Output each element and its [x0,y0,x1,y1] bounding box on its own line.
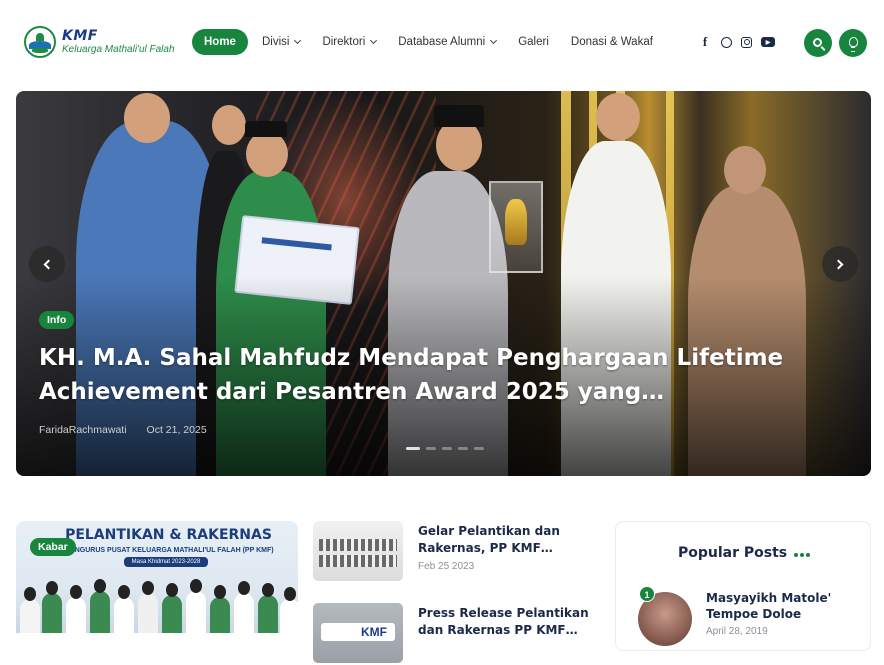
post-title[interactable]: Gelar Pelantikan dan Rakernas, PP KMF Ke… [418,523,598,557]
category-badge[interactable]: Info [39,311,75,329]
feature-banner-subtitle: PENGURUS PUSAT KELUARGA MATHALI'UL FALAH… [65,547,274,554]
whatsapp-icon[interactable] [721,36,732,48]
logo-subtitle: Keluarga Mathali'ul Falah [62,44,175,55]
feature-banner-title: PELANTIKAN & RAKERNAS [65,527,272,543]
site-header: KMF Keluarga Mathali'ul Falah Home Divis… [0,0,884,84]
post-title[interactable]: Press Release Pelantikan dan Rakernas PP… [418,605,598,639]
post-date: Feb 25 2023 [418,561,475,572]
slider-dot[interactable] [458,447,468,450]
featured-post-card[interactable]: PELANTIKAN & RAKERNAS PENGURUS PUSAT KEL… [16,521,298,633]
chevron-down-icon [490,36,498,45]
kmf-logo-thumbnail: KMF [321,623,395,641]
slider-dot[interactable] [474,447,484,450]
photo-figure-cap [245,121,287,137]
youtube-icon[interactable]: ▶ [761,37,775,47]
popular-posts-widget: Popular Posts 1 Masyayikh Matole' Tempoe… [615,521,871,651]
hero-meta: FaridaRachmawati Oct 21, 2025 [39,424,207,436]
slider-pagination [406,447,490,450]
nav-label: Galeri [518,36,549,48]
photo-figure-cap [434,105,484,127]
nav-label: Donasi & Wakaf [570,36,653,48]
post-item[interactable]: Gelar Pelantikan dan Rakernas, PP KMF Ke… [313,521,598,583]
slider-dot[interactable] [442,447,452,450]
photo-figure-head [246,131,288,177]
logo-title: KMF [62,28,98,44]
nav-item-database-alumni[interactable]: Database Alumni [398,36,498,48]
nav-item-donasi-wakaf[interactable]: Donasi & Wakaf [571,36,653,48]
rank-badge: 1 [639,586,655,602]
award-trophy [489,181,543,273]
search-icon [812,37,822,47]
photo-figure-head [596,93,640,141]
chevron-left-icon [43,259,54,269]
lightbulb-icon [848,36,858,52]
nav-label: Direktori [322,36,366,48]
instagram-icon[interactable] [741,36,752,48]
nav-item-galeri[interactable]: Galeri [518,36,549,48]
nav-item-home[interactable]: Home [192,29,248,55]
theme-toggle-button[interactable] [839,29,867,57]
widget-title: Popular Posts [678,545,788,561]
nav-item-divisi[interactable]: Divisi [261,36,302,48]
popular-post-date: April 28, 2019 [706,626,768,637]
chevron-right-icon [833,259,844,269]
post-date: Oct 21, 2025 [146,424,207,436]
slider-prev-button[interactable] [29,246,65,282]
post-thumbnail[interactable]: KMF [313,603,403,663]
hero-slider[interactable]: Info KH. M.A. Sahal Mahfudz Mendapat Pen… [16,91,871,476]
site-logo[interactable]: KMF Keluarga Mathali'ul Falah [24,26,175,58]
slider-next-button[interactable] [822,246,858,282]
post-author[interactable]: FaridaRachmawati [39,424,127,436]
hero-title[interactable]: KH. M.A. Sahal Mahfudz Mendapat Pengharg… [39,341,854,409]
photo-figure-head [212,105,246,145]
category-badge[interactable]: Kabar [30,538,76,556]
nav-label: Divisi [261,36,290,48]
slider-dot[interactable] [406,447,420,450]
post-thumbnail[interactable] [313,521,403,581]
popular-post-title[interactable]: Masyayikh Matole' Tempoe Doloe [706,590,856,622]
nav-item-direktori[interactable]: Direktori [322,36,378,48]
nav-label: Home [204,36,236,48]
ellipsis-icon [794,553,812,557]
facebook-icon[interactable]: f [698,34,712,49]
photo-figure-head [124,93,170,143]
slider-dot[interactable] [426,447,436,450]
post-item[interactable]: KMF Press Release Pelantikan dan Rakerna… [313,603,598,665]
main-nav: Home Divisi Direktori Database Alumni Ga… [192,29,675,55]
social-links: f ▶ [698,34,784,49]
feature-banner-period: Masa Khidmat 2023-2028 [124,557,208,567]
kmf-emblem-icon [24,26,56,58]
group-photo [16,571,298,633]
chevron-down-icon [294,36,302,45]
search-button[interactable] [804,29,832,57]
chevron-down-icon [370,36,378,45]
nav-label: Database Alumni [398,36,486,48]
photo-figure-head [724,146,766,194]
